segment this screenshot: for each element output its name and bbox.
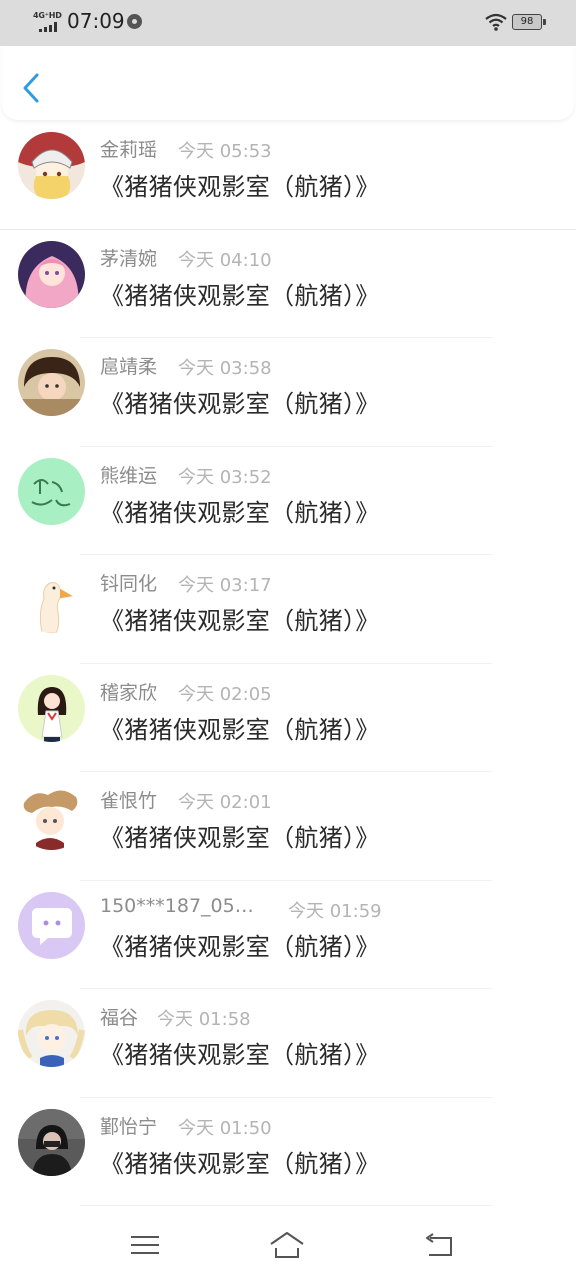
user-name: 熊维运: [100, 464, 158, 487]
timestamp: 今天 02:05: [178, 683, 272, 705]
user-name: 钭同化: [100, 573, 158, 595]
user-name: 福谷: [100, 1007, 139, 1029]
signal-icon: 4G⁺HD: [33, 11, 63, 35]
wifi-icon: [485, 13, 507, 31]
chevron-left-icon[interactable]: [20, 71, 44, 105]
status-bar: 4G⁺HD 07:09 98: [0, 0, 576, 46]
video-title: 《猪猪侠观影室（航猪）》: [100, 824, 380, 852]
video-title: 《猪猪侠观影室（航猪）》: [100, 932, 380, 961]
back-icon[interactable]: [421, 1228, 457, 1262]
avatar: [18, 240, 85, 308]
timestamp: 今天 05:53: [178, 141, 272, 162]
list-item[interactable]: 雀恨竹 今天 02:01 《猪猪侠观影室（航猪）》: [0, 772, 576, 881]
video-title: 《猪猪侠观影室（航猪）》: [100, 607, 380, 635]
timestamp: 今天 03:52: [178, 466, 272, 488]
list-item[interactable]: 金莉瑶 今天 05:53 《猪猪侠观影室（航猪）》: [0, 121, 576, 230]
list-item[interactable]: 扈靖柔 今天 03:58 《猪猪侠观影室（航猪）》: [0, 338, 576, 447]
video-title: 《猪猪侠观影室（航猪）》: [100, 1149, 380, 1178]
list-item[interactable]: 福谷 今天 01:58 《猪猪侠观影室（航猪）》: [0, 989, 576, 1098]
avatar: [18, 457, 85, 525]
avatar: [18, 566, 85, 633]
list-item[interactable]: 熊维运 今天 03:52 《猪猪侠观影室（航猪）》: [0, 447, 576, 555]
list-item[interactable]: 茅清婉 今天 04:10 《猪猪侠观影室（航猪）》: [0, 230, 576, 338]
status-time: 07:09: [67, 9, 125, 33]
timestamp: 今天 04:10: [178, 249, 272, 271]
list-item[interactable]: 150***187_05… 今天 01:59 《猪猪侠观影室（航猪）》: [0, 881, 576, 989]
avatar: [18, 1000, 85, 1067]
avatar: [18, 891, 85, 959]
divider: [80, 1205, 492, 1206]
user-name: 稽家欣: [100, 681, 158, 704]
timestamp: 今天 01:50: [178, 1117, 272, 1139]
user-name: 鄞怡宁: [100, 1115, 158, 1138]
avatar: [18, 349, 85, 416]
timestamp: 今天 03:17: [178, 575, 272, 596]
list-item[interactable]: 稽家欣 今天 02:05 《猪猪侠观影室（航猪）》: [0, 664, 576, 772]
list-item[interactable]: 钭同化 今天 03:17 《猪猪侠观影室（航猪）》: [0, 555, 576, 664]
network-type: 4G⁺HD: [33, 11, 62, 20]
video-title: 《猪猪侠观影室（航猪）》: [100, 173, 380, 201]
system-nav-bar: [0, 1210, 576, 1280]
avatar: [18, 1108, 85, 1176]
video-title: 《猪猪侠观影室（航猪）》: [100, 281, 380, 310]
video-title: 《猪猪侠观影室（航猪）》: [100, 1041, 380, 1069]
avatar: [18, 674, 85, 742]
history-list: 金莉瑶 今天 05:53 《猪猪侠观影室（航猪）》 茅清婉 今天 04:10 《…: [0, 121, 576, 1206]
video-title: 《猪猪侠观影室（航猪）》: [100, 390, 380, 418]
menu-icon[interactable]: [127, 1228, 163, 1262]
timestamp: 今天 01:59: [288, 900, 382, 922]
user-name: 扈靖柔: [100, 356, 158, 378]
list-item[interactable]: 鄞怡宁 今天 01:50 《猪猪侠观影室（航猪）》: [0, 1098, 576, 1206]
home-icon[interactable]: [269, 1228, 305, 1262]
header-bar: [2, 46, 574, 120]
avatar: [18, 132, 85, 199]
battery-icon: 98: [512, 14, 546, 30]
timestamp: 今天 01:58: [157, 1009, 251, 1030]
battery-level: 98: [520, 16, 534, 27]
timestamp: 今天 03:58: [178, 358, 272, 379]
user-name: 茅清婉: [100, 247, 158, 270]
avatar: [18, 783, 85, 850]
video-title: 《猪猪侠观影室（航猪）》: [100, 498, 380, 527]
user-name: 雀恨竹: [100, 790, 158, 812]
user-name: 150***187_05…: [100, 894, 254, 917]
video-title: 《猪猪侠观影室（航猪）》: [100, 715, 380, 744]
user-name: 金莉瑶: [100, 139, 158, 161]
timestamp: 今天 02:01: [178, 792, 272, 813]
settings-status-icon: [127, 14, 142, 29]
